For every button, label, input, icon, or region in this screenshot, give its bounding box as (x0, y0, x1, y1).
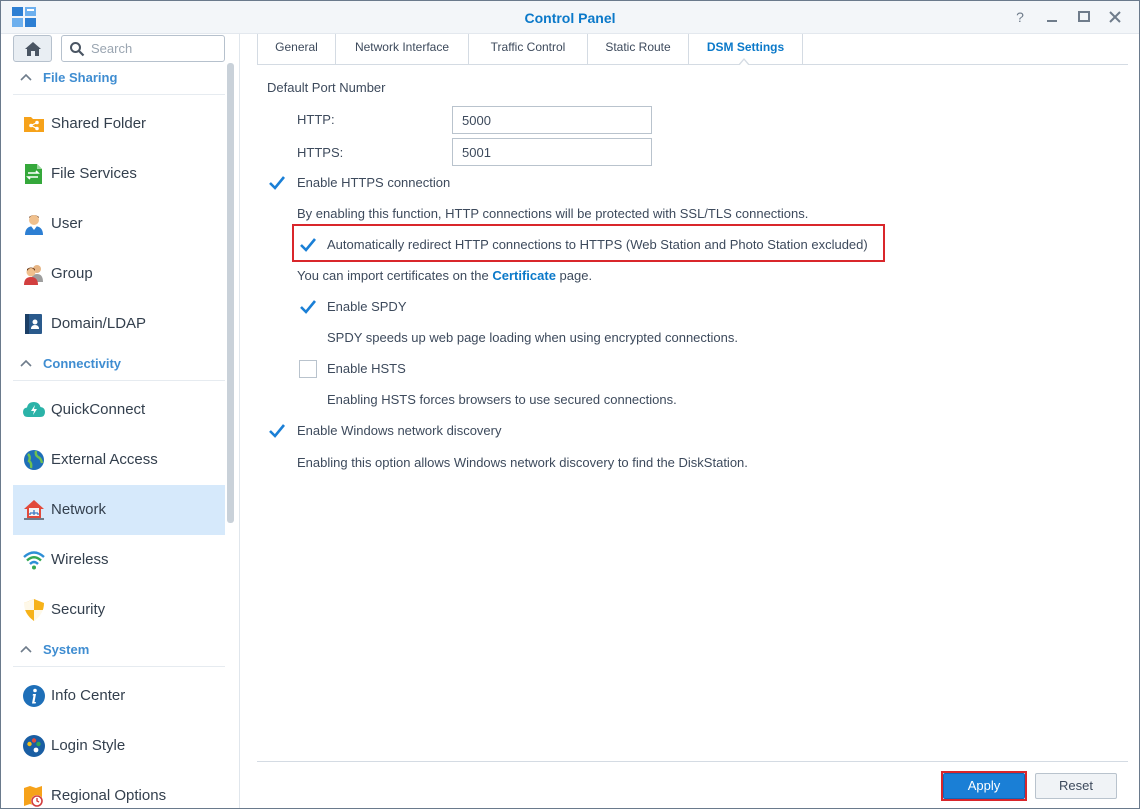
sidebar-item-label: External Access (51, 451, 158, 468)
user-icon (25, 215, 43, 235)
sidebar-item-label: File Services (51, 165, 137, 182)
main-panel: General Network Interface Traffic Contro… (241, 34, 1139, 808)
sidebar-scrollbar[interactable] (227, 63, 234, 523)
default-port-label: Default Port Number (267, 80, 386, 95)
quickconnect-icon (23, 402, 45, 417)
group-icon (24, 265, 43, 285)
wireless-icon (23, 551, 45, 570)
certificate-note-text: You can import certificates on the (297, 268, 493, 283)
tab-static-route[interactable]: Static Route (587, 34, 688, 65)
tab-network-interface[interactable]: Network Interface (335, 34, 468, 65)
chevron-up-icon (20, 645, 32, 653)
windows-discovery-description: Enabling this option allows Windows netw… (297, 455, 748, 470)
network-icon (24, 500, 44, 520)
external-access-icon (24, 450, 44, 470)
sidebar-item-label: Security (51, 601, 106, 618)
sidebar-item-label: Network (51, 501, 107, 518)
auto-redirect-checkbox[interactable] (299, 236, 317, 254)
enable-hsts-label: Enable HSTS (327, 361, 406, 376)
sidebar-item-label: Info Center (51, 687, 126, 704)
hsts-description: Enabling HSTS forces browsers to use sec… (327, 392, 677, 407)
shield-icon (24, 599, 44, 621)
sidebar-item-shared-folder[interactable]: Shared Folder (13, 99, 225, 149)
certificate-note-suffix: page. (555, 268, 593, 283)
sidebar-item-label: Group (51, 265, 93, 282)
domain-ldap-icon (25, 314, 42, 334)
enable-https-checkbox[interactable] (268, 174, 286, 192)
certificate-link[interactable]: Certificate (492, 268, 556, 283)
sidebar-item-label: Shared Folder (51, 115, 147, 132)
tab-bar: General Network Interface Traffic Contro… (257, 34, 1128, 65)
sidebar-item-group[interactable]: Group (13, 249, 225, 299)
tab-traffic-control[interactable]: Traffic Control (468, 34, 587, 65)
sidebar-item-label: Domain/LDAP (51, 315, 147, 332)
http-port-field[interactable] (452, 106, 652, 134)
home-button[interactable] (13, 35, 52, 62)
search-box[interactable] (61, 35, 225, 62)
title-bar: Control Panel ? (1, 1, 1139, 34)
sidebar-item-login-style[interactable]: Login Style (13, 721, 225, 771)
close-icon[interactable] (1104, 7, 1126, 27)
sidebar-item-file-services[interactable]: File Services (13, 149, 225, 199)
enable-hsts-checkbox[interactable] (299, 360, 317, 378)
apply-highlight-box (941, 771, 1027, 801)
sidebar-item-domain-ldap[interactable]: Domain/LDAP (13, 299, 225, 349)
sidebar-item-wireless[interactable]: Wireless (13, 535, 225, 585)
maximize-icon[interactable] (1073, 7, 1095, 27)
section-file-sharing[interactable]: File Sharing (13, 63, 225, 95)
control-panel-window: Control Panel ? File Sharing (0, 0, 1140, 809)
home-icon (25, 42, 41, 56)
enable-windows-discovery-checkbox[interactable] (268, 422, 286, 440)
sidebar-item-label: Regional Options (51, 787, 167, 804)
https-description: By enabling this function, HTTP connecti… (297, 206, 809, 221)
footer-divider (257, 761, 1128, 762)
section-system[interactable]: System (13, 635, 225, 667)
search-input[interactable] (91, 41, 216, 56)
reset-button[interactable]: Reset (1035, 773, 1117, 799)
sidebar-item-label: User (51, 215, 83, 232)
https-port-field[interactable] (452, 138, 652, 166)
help-icon[interactable]: ? (1009, 7, 1031, 27)
section-connectivity[interactable]: Connectivity (13, 349, 225, 381)
sidebar-item-quickconnect[interactable]: QuickConnect (13, 385, 225, 435)
section-label: File Sharing (43, 70, 118, 85)
chevron-up-icon (20, 73, 32, 81)
file-services-icon (25, 164, 42, 184)
enable-spdy-checkbox[interactable] (299, 298, 317, 316)
window-title: Control Panel (524, 10, 616, 26)
sidebar-item-label: Wireless (51, 551, 109, 568)
minimize-icon[interactable] (1041, 7, 1063, 27)
tab-general[interactable]: General (257, 34, 335, 65)
sidebar-item-regional-options[interactable]: Regional Options (13, 771, 225, 808)
search-icon (70, 42, 85, 57)
sidebar-item-user[interactable]: User (13, 199, 225, 249)
login-style-icon (23, 735, 45, 757)
enable-spdy-label: Enable SPDY (327, 299, 407, 314)
sidebar-item-info-center[interactable]: Info Center (13, 671, 225, 721)
spdy-description: SPDY speeds up web page loading when usi… (327, 330, 738, 345)
https-label: HTTPS: (297, 145, 344, 160)
sidebar-item-network[interactable]: Network (13, 485, 225, 535)
sidebar-item-security[interactable]: Security (13, 585, 225, 635)
auto-redirect-label: Automatically redirect HTTP connections … (327, 237, 868, 252)
certificate-note: You can import certificates on the Certi… (297, 268, 592, 283)
enable-https-label: Enable HTTPS connection (297, 175, 451, 190)
sidebar-item-external-access[interactable]: External Access (13, 435, 225, 485)
sidebar: File Sharing Shared Folder File Services (1, 34, 240, 808)
section-label: Connectivity (43, 356, 122, 371)
shared-folder-icon (24, 117, 44, 132)
http-label: HTTP: (297, 112, 335, 127)
section-label: System (43, 642, 90, 657)
regional-options-icon (24, 786, 43, 807)
info-center-icon (23, 685, 45, 707)
chevron-up-icon (20, 359, 32, 367)
sidebar-item-label: Login Style (51, 737, 126, 754)
enable-windows-discovery-label: Enable Windows network discovery (297, 423, 502, 438)
sidebar-item-label: QuickConnect (51, 401, 146, 418)
